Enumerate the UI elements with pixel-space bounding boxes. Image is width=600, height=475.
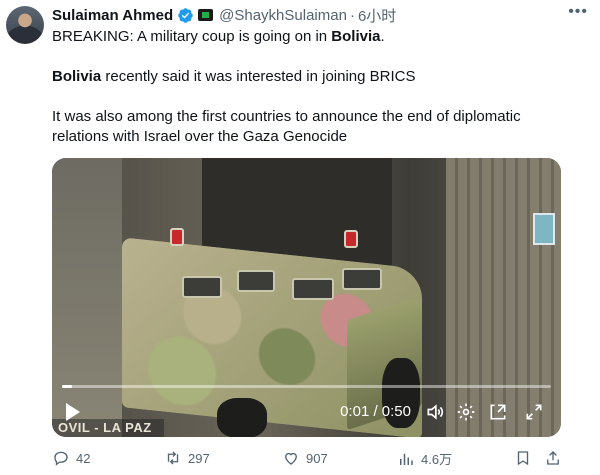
bookmark-button[interactable] [514,449,532,467]
vehicle-light [170,228,184,246]
tweet-line-1: BREAKING: A military coup is going on in… [52,28,385,45]
reply-icon [54,451,68,466]
reply-count: 42 [76,450,91,466]
video-player[interactable]: OVIL - LA PAZ 0:01 / 0:50 [52,158,561,437]
avatar[interactable] [6,6,44,44]
author-handle[interactable]: @ShaykhSulaiman [219,7,347,24]
video-frame-wall [52,158,122,437]
vehicle-window [182,276,222,298]
author-name[interactable]: Sulaiman Ahmed [52,7,173,24]
tweet-line-4: relations with Israel over the Gaza Geno… [52,128,348,145]
separator: · [349,6,355,24]
bookmark-icon [517,451,529,466]
tweet-header: Sulaiman Ahmed @ShaykhSulaiman · 6小时 ••• [52,3,590,26]
vehicle-window [237,270,275,292]
video-frame-gate [446,158,561,437]
video-progress-fill [62,385,72,388]
reply-button[interactable]: 42 [52,449,90,467]
video-frame-sign [533,213,555,245]
post-time[interactable]: 6小时 [358,5,396,26]
flag-icon [198,9,214,21]
retweet-count: 297 [188,450,210,466]
share-icon [547,451,559,465]
volume-icon[interactable] [424,401,446,423]
vehicle-light [344,230,358,248]
settings-icon[interactable] [455,401,477,423]
tweet-actions: 42 297 907 4.6万 [52,449,590,471]
like-icon [285,452,297,465]
like-button[interactable]: 907 [282,449,328,467]
tweet-line-3: It was also among the first countries to… [52,108,521,125]
pip-icon[interactable] [487,401,509,423]
fullscreen-icon[interactable] [523,401,545,423]
like-count: 907 [306,450,328,466]
more-icon[interactable]: ••• [568,3,588,21]
video-controls: 0:01 / 0:50 [52,401,561,423]
video-timecode: 0:01 / 0:50 [340,403,411,420]
vehicle-window [292,278,334,300]
verified-icon [177,7,194,24]
views-button[interactable]: 4.6万 [397,449,452,468]
view-count: 4.6万 [421,452,453,467]
tweet-line-2: Bolivia recently said it was interested … [52,68,416,85]
views-icon [400,453,413,465]
vehicle-window [342,268,382,290]
retweet-icon [167,451,179,465]
play-icon[interactable] [66,403,80,421]
video-progress-bar[interactable] [62,385,551,388]
retweet-button[interactable]: 297 [164,449,210,467]
share-button[interactable] [544,449,562,467]
